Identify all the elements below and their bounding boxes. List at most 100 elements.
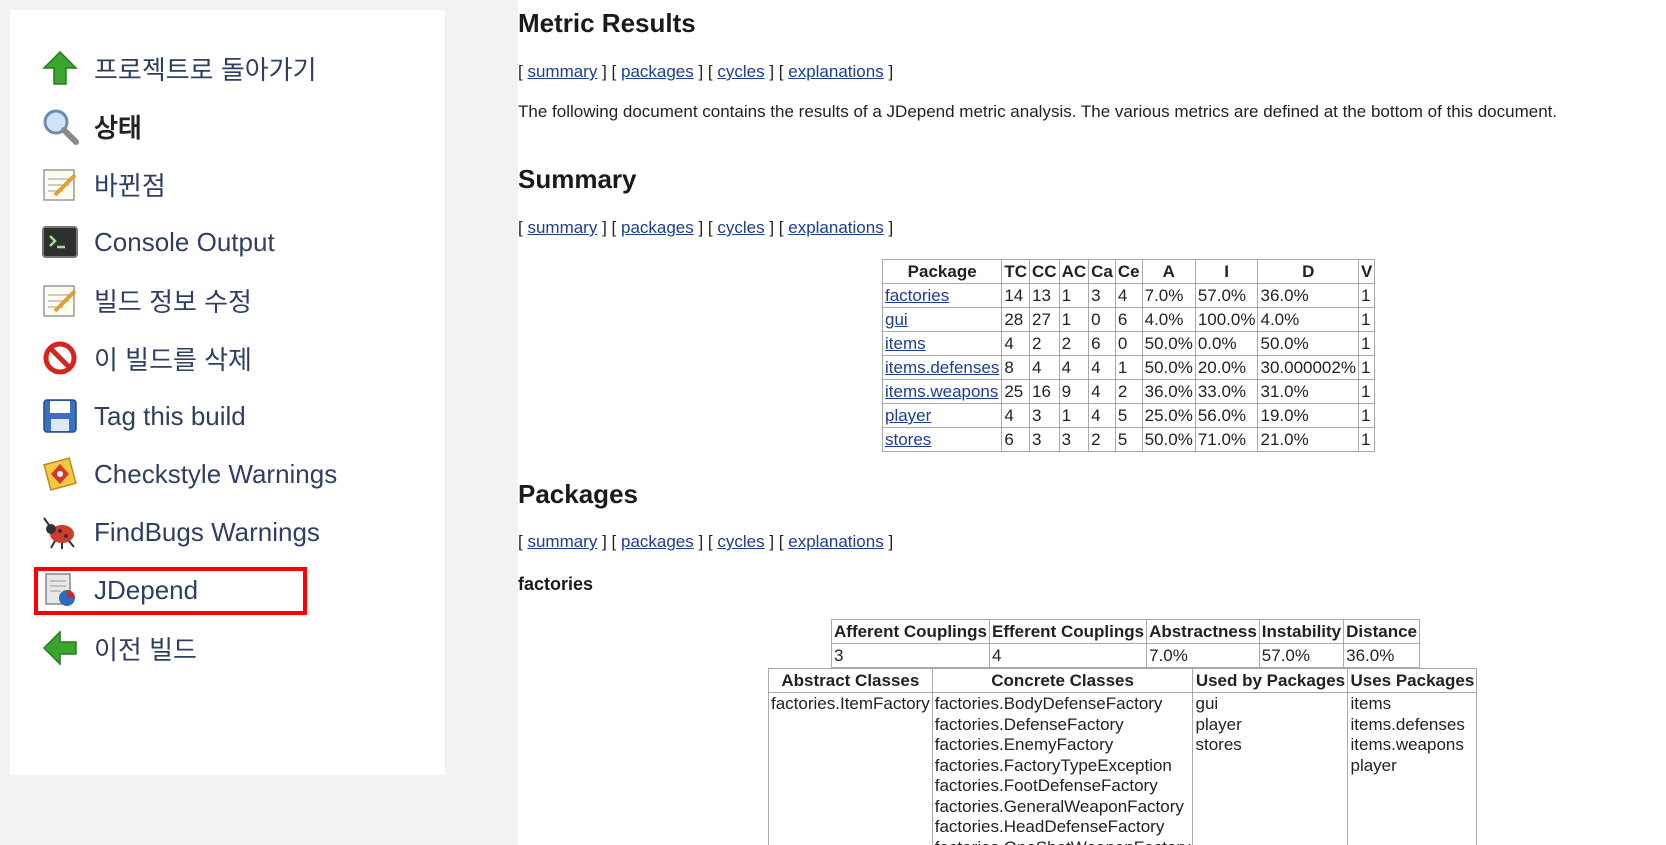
concrete-class-item: factories.HeadDefenseFactory	[934, 817, 1165, 836]
sidebar-item-label: 상태	[94, 112, 142, 143]
notepad-icon	[40, 280, 80, 320]
column-header: Used by Packages	[1192, 668, 1349, 693]
table-cell: 4.0%	[1257, 307, 1359, 332]
abstract-classes-cell: factories.ItemFactory	[768, 692, 933, 845]
sidebar-item-changes[interactable]: 바뀐점	[40, 159, 440, 209]
table-cell: 4	[1088, 379, 1116, 404]
link-explanations[interactable]: explanations	[788, 62, 883, 81]
sidebar-item-tag-build[interactable]: Tag this build	[40, 391, 440, 441]
package-link[interactable]: items	[885, 334, 926, 353]
table-cell: player	[881, 403, 1003, 428]
column-header: I	[1194, 259, 1259, 284]
sidebar-item-label: Checkstyle Warnings	[94, 458, 338, 489]
main-content: Metric Results [ summary ] [ packages ] …	[518, 0, 1666, 845]
table-cell: factories	[881, 283, 1003, 308]
link-explanations[interactable]: explanations	[788, 218, 883, 237]
sidebar-item-edit-build-info[interactable]: 빌드 정보 수정	[40, 275, 440, 325]
column-header: Ce	[1114, 259, 1143, 284]
link-packages[interactable]: packages	[621, 218, 694, 237]
table-cell: 2	[1088, 427, 1116, 452]
sidebar-item-label: Tag this build	[94, 400, 246, 431]
used-by-package-item: player	[1195, 714, 1242, 734]
link-summary[interactable]: summary	[527, 218, 597, 237]
table-cell: 2	[1114, 379, 1143, 404]
table-cell: 5	[1114, 403, 1143, 428]
table-cell: 1	[1357, 403, 1376, 428]
sidebar: 프로젝트로 돌아가기 상태 바뀐점 Console Output 빌드 정보 수…	[10, 10, 445, 775]
table-cell: 19.0%	[1257, 403, 1359, 428]
column-header: Instability	[1258, 619, 1345, 644]
table-cell: 50.0%	[1257, 331, 1359, 356]
sidebar-item-status[interactable]: 상태	[40, 101, 440, 151]
table-cell: 0	[1114, 331, 1143, 356]
column-header: V	[1357, 259, 1376, 284]
sidebar-item-findbugs-warnings[interactable]: FindBugs Warnings	[40, 507, 440, 557]
table-cell: 14	[1001, 283, 1031, 308]
table-cell: 4	[1001, 331, 1031, 356]
link-summary[interactable]: summary	[527, 62, 597, 81]
package-link[interactable]: stores	[885, 430, 931, 449]
link-packages[interactable]: packages	[621, 532, 694, 551]
package-link[interactable]: gui	[885, 310, 908, 329]
package-link[interactable]: items.weapons	[885, 382, 998, 401]
table-cell: 25	[1001, 379, 1031, 404]
sidebar-item-console-output[interactable]: Console Output	[40, 217, 440, 267]
table-cell: 8	[1001, 355, 1031, 380]
column-header: AC	[1058, 259, 1090, 284]
used-by-package-item: stores	[1195, 735, 1242, 754]
uses-package-item: items.defenses	[1350, 714, 1465, 734]
sidebar-item-back-to-project[interactable]: 프로젝트로 돌아가기	[40, 43, 440, 93]
table-cell: 2	[1058, 331, 1090, 356]
link-explanations[interactable]: explanations	[788, 532, 883, 551]
sidebar-item-checkstyle-warnings[interactable]: Checkstyle Warnings	[40, 449, 440, 499]
column-header: Ca	[1088, 259, 1116, 284]
package-metrics-table: Afferent Couplings Efferent Couplings Abst…	[831, 619, 1421, 668]
link-cycles[interactable]: cycles	[717, 62, 764, 81]
table-cell: 13	[1029, 283, 1060, 308]
link-cycles[interactable]: cycles	[717, 218, 764, 237]
sidebar-item-label: FindBugs Warnings	[94, 516, 320, 547]
link-summary[interactable]: summary	[527, 532, 597, 551]
table-cell: 3	[1058, 427, 1090, 452]
link-cycles[interactable]: cycles	[717, 532, 764, 551]
table-cell: stores	[881, 427, 1003, 452]
table-cell: 1	[1058, 283, 1090, 308]
classes-row: factories.ItemFactory factories.BodyDefe…	[768, 692, 1478, 845]
table-cell: 3	[1088, 283, 1116, 308]
table-cell: 1	[1058, 307, 1090, 332]
package-link[interactable]: items.defenses	[885, 358, 999, 377]
concrete-class-item: factories.EnemyFactory	[934, 735, 1114, 754]
table-cell: 36.0%	[1257, 283, 1359, 308]
table-cell: 5	[1114, 427, 1143, 452]
package-link[interactable]: player	[885, 406, 931, 425]
table-cell: 6	[1114, 307, 1143, 332]
table-cell: 50.0%	[1141, 331, 1196, 356]
table-cell: 6	[1088, 331, 1116, 356]
metric-value: 4	[988, 643, 1148, 668]
jdepend-chart-icon	[40, 570, 80, 610]
package-link[interactable]: factories	[885, 286, 949, 305]
column-header: CC	[1029, 259, 1060, 284]
column-header: Abstract Classes	[768, 668, 933, 693]
sidebar-item-delete-build[interactable]: 이 빌드를 삭제	[40, 333, 440, 383]
summary-header-row: Package TC CC AC Ca Ce A I D V	[881, 259, 1376, 284]
sidebar-item-previous-build[interactable]: 이전 빌드	[40, 623, 440, 673]
table-cell: 1	[1357, 355, 1376, 380]
table-cell: 1	[1357, 379, 1376, 404]
concrete-classes-cell: factories.BodyDefenseFactory factories.De…	[931, 692, 1194, 845]
link-packages[interactable]: packages	[621, 62, 694, 81]
nav-links-packages: [ summary ] [ packages ] [ cycles ] [ ex…	[518, 532, 894, 551]
table-cell: 20.0%	[1194, 355, 1259, 380]
column-header: Distance	[1343, 619, 1421, 644]
table-cell: 4.0%	[1141, 307, 1196, 332]
table-cell: 2	[1029, 331, 1060, 356]
concrete-class-item: factories.OneShotWeaponFactory	[935, 838, 1191, 845]
nav-links-summary: [ summary ] [ packages ] [ cycles ] [ ex…	[518, 218, 894, 237]
table-cell: 3	[1029, 427, 1060, 452]
column-header: A	[1141, 259, 1196, 284]
table-cell: 100.0%	[1194, 307, 1259, 332]
concrete-class-item: factories.BodyDefenseFactory	[934, 694, 1163, 713]
sidebar-item-jdepend[interactable]: JDepend	[40, 565, 440, 615]
table-cell: 1	[1357, 307, 1376, 332]
table-row: items.defenses 8 4 4 4 1 50.0% 20.0% 30.000002% 1	[881, 355, 1376, 380]
